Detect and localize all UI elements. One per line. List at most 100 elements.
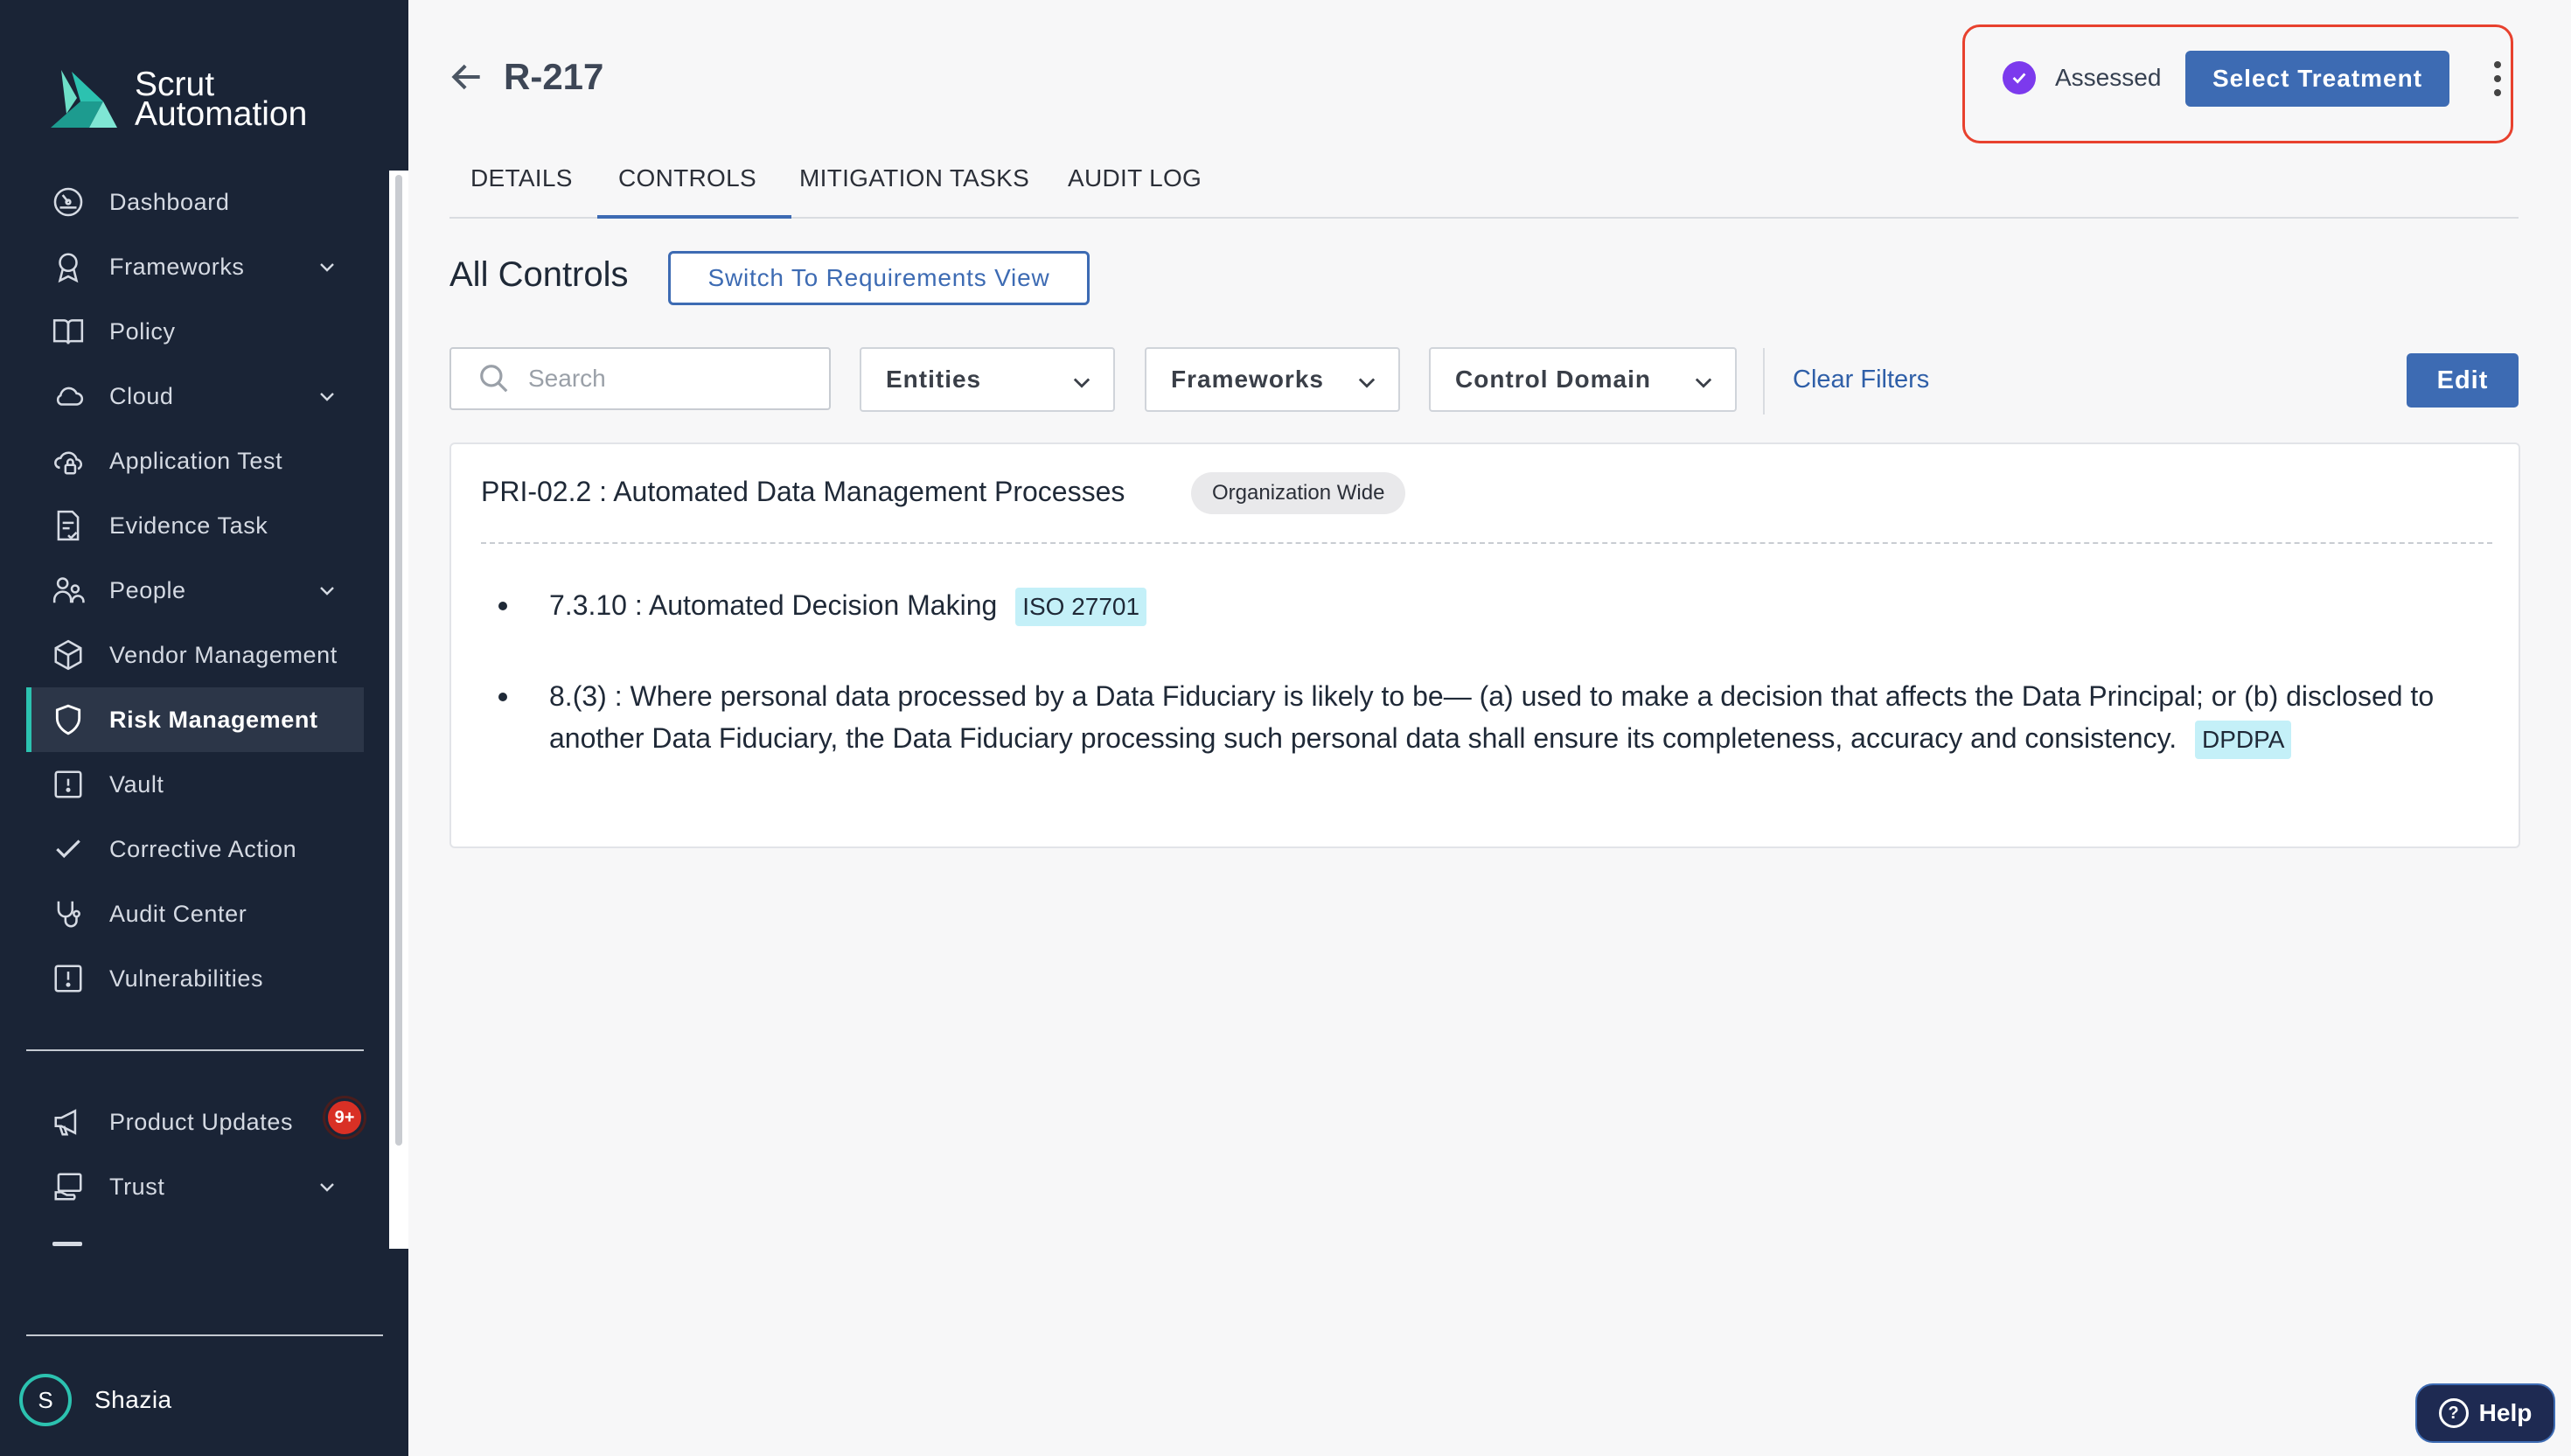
sidebar-item-application-test[interactable]: Application Test	[26, 428, 364, 493]
filter-divider	[1763, 348, 1765, 415]
sidebar-bottom-nav: Product Updates Trust	[26, 1090, 364, 1219]
sidebar-nav: Dashboard Frameworks Policy Cloud Applic…	[26, 170, 364, 1011]
sidebar-item-partial[interactable]	[51, 1235, 313, 1252]
control-domain-filter-dropdown[interactable]: Control Domain	[1429, 347, 1737, 412]
sidebar-item-label: Application Test	[109, 447, 283, 474]
sidebar-scrollbar-thumb[interactable]	[395, 175, 402, 1146]
notification-badge: 9+	[325, 1098, 364, 1137]
dashed-divider	[481, 542, 2492, 544]
user-name: Shazia	[94, 1386, 172, 1413]
chevron-down-icon	[320, 393, 334, 401]
dropdown-label: Control Domain	[1455, 366, 1651, 393]
brand-logo[interactable]: Scrut Automation	[49, 66, 307, 133]
vault-icon	[51, 767, 86, 802]
alert-square-icon	[51, 961, 86, 996]
help-label: Help	[2478, 1399, 2533, 1426]
sidebar-divider	[26, 1049, 364, 1051]
search-icon	[480, 365, 508, 393]
sidebar-item-vendor-management[interactable]: Vendor Management	[26, 623, 364, 687]
user-profile[interactable]: S Shazia	[19, 1374, 172, 1426]
cloud-icon	[51, 379, 86, 414]
help-button[interactable]: ? Help	[2415, 1383, 2555, 1443]
scope-chip: Organization Wide	[1191, 472, 1406, 514]
sidebar-item-label: Vulnerabilities	[109, 965, 264, 992]
sidebar-item-vault[interactable]: Vault	[26, 752, 364, 817]
brand-name-line2: Automation	[135, 95, 308, 133]
tab-audit-log[interactable]: AUDIT LOG	[1068, 164, 1202, 192]
sidebar-item-trust[interactable]: Trust	[26, 1154, 364, 1219]
chevron-down-icon	[320, 587, 334, 596]
sidebar-item-label: Risk Management	[109, 706, 318, 733]
sidebar-item-label: Vault	[109, 770, 164, 798]
sidebar-item-label: Trust	[109, 1173, 165, 1200]
sidebar-item-corrective-action[interactable]: Corrective Action	[26, 817, 364, 881]
sidebar-item-dashboard[interactable]: Dashboard	[26, 170, 364, 234]
list-item: 8.(3) : Where personal data processed by…	[486, 675, 2489, 759]
status-indicator: Assessed	[2003, 61, 2161, 94]
section-title: All Controls	[449, 255, 629, 294]
sidebar-item-label: People	[109, 576, 186, 603]
sidebar-item-label: Audit Center	[109, 900, 247, 927]
cloud-lock-icon	[51, 443, 86, 478]
chevron-down-icon	[320, 1183, 334, 1192]
framework-tag: ISO 27701	[1015, 588, 1147, 626]
tab-bar: DETAILS CONTROLS MITIGATION TASKS AUDIT …	[449, 150, 2519, 219]
requirement-text: Where personal data processed by a Data …	[549, 680, 2435, 754]
requirement-code: 7.3.10	[549, 589, 627, 621]
edit-button[interactable]: Edit	[2407, 353, 2519, 408]
sidebar-item-product-updates[interactable]: Product Updates	[26, 1090, 364, 1154]
search-input[interactable]	[528, 365, 817, 393]
document-check-icon	[51, 508, 86, 543]
frameworks-filter-dropdown[interactable]: Frameworks	[1145, 347, 1400, 412]
chevron-down-icon	[1358, 378, 1376, 388]
avatar: S	[19, 1374, 72, 1426]
sidebar-divider	[26, 1334, 383, 1336]
sidebar-item-label: Product Updates	[109, 1108, 294, 1135]
sidebar-item-vulnerabilities[interactable]: Vulnerabilities	[26, 946, 364, 1011]
sidebar-item-policy[interactable]: Policy	[26, 299, 364, 364]
sidebar-item-label: Evidence Task	[109, 512, 268, 539]
award-icon	[51, 249, 86, 284]
sidebar-item-people[interactable]: People	[26, 558, 364, 623]
sidebar-item-risk-management[interactable]: Risk Management	[26, 687, 364, 752]
scrut-logo-icon	[51, 70, 117, 128]
tab-mitigation-tasks[interactable]: MITIGATION TASKS	[799, 164, 1029, 192]
more-options-icon[interactable]	[2489, 61, 2506, 96]
sidebar-item-audit-center[interactable]: Audit Center	[26, 881, 364, 946]
list-item: 7.3.10 : Automated Decision Making ISO 2…	[486, 584, 2489, 626]
clear-filters-link[interactable]: Clear Filters	[1793, 366, 1929, 394]
entities-filter-dropdown[interactable]: Entities	[860, 347, 1115, 412]
chevron-down-icon	[320, 263, 334, 272]
sidebar-item-label: Cloud	[109, 382, 174, 409]
dashboard-icon	[51, 185, 86, 219]
chevron-down-icon	[1073, 378, 1090, 388]
sidebar-item-evidence-task[interactable]: Evidence Task	[26, 493, 364, 558]
menu-icon	[52, 1242, 82, 1246]
switch-view-button[interactable]: Switch To Requirements View	[668, 251, 1090, 305]
requirements-list: 7.3.10 : Automated Decision Making ISO 2…	[486, 584, 2489, 759]
sidebar-item-label: Vendor Management	[109, 641, 338, 668]
requirement-text: Automated Decision Making	[648, 589, 998, 621]
megaphone-icon	[51, 1104, 86, 1139]
requirement-code: 8.(3)	[549, 680, 607, 712]
back-arrow-icon[interactable]	[448, 58, 486, 96]
framework-tag: DPDPA	[2194, 721, 2292, 759]
page-title: R-217	[504, 56, 604, 97]
dropdown-label: Entities	[886, 366, 982, 393]
sidebar-item-cloud[interactable]: Cloud	[26, 364, 364, 428]
stethoscope-icon	[51, 896, 86, 931]
select-treatment-button[interactable]: Select Treatment	[2185, 51, 2449, 107]
sidebar-item-label: Dashboard	[109, 188, 230, 215]
check-icon	[51, 832, 86, 867]
chevron-down-icon	[1695, 378, 1712, 388]
search-box[interactable]	[449, 347, 831, 410]
book-icon	[51, 314, 86, 349]
control-title: PRI-02.2 : Automated Data Management Pro…	[481, 476, 1125, 507]
check-circle-icon	[2003, 61, 2036, 94]
question-icon: ?	[2438, 1398, 2469, 1428]
sidebar-item-frameworks[interactable]: Frameworks	[26, 234, 364, 299]
sidebar: Scrut Automation Dashboard Frameworks Po…	[0, 0, 408, 1456]
sidebar-item-label: Corrective Action	[109, 835, 297, 862]
tab-details[interactable]: DETAILS	[470, 164, 573, 192]
tab-controls[interactable]: CONTROLS	[597, 164, 791, 219]
